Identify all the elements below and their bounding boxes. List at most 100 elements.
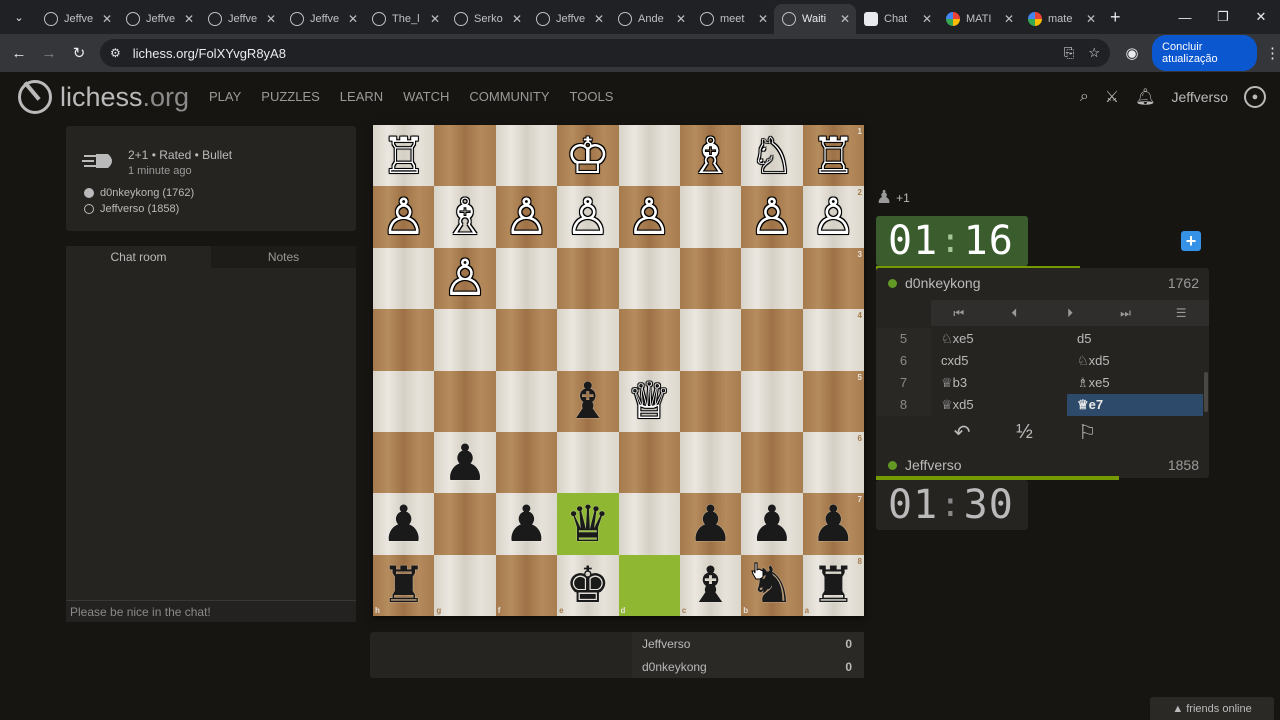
board-square[interactable] (495, 247, 558, 310)
white-king-piece[interactable]: ♔ (565, 131, 610, 181)
board-square[interactable] (557, 431, 619, 494)
board-square[interactable]: ♖ 1 (802, 125, 864, 187)
white-knight-piece[interactable]: ♘ (750, 131, 795, 181)
black-pawn-piece[interactable]: ♟ (811, 499, 856, 549)
tab-search-button[interactable]: ⌄ (6, 6, 32, 28)
close-tab-icon[interactable]: ✕ (1086, 12, 1096, 26)
board-square[interactable]: 5 (802, 370, 864, 432)
white-pawn-piece[interactable]: ♙ (381, 192, 426, 242)
black-pawn-piece[interactable]: ♟ (750, 499, 795, 549)
browser-tab[interactable]: The_l ✕ (364, 4, 446, 34)
nav-community[interactable]: COMMUNITY (469, 89, 549, 104)
challenges-icon[interactable]: ⚔ (1105, 87, 1119, 107)
board-square[interactable]: ♙ (741, 186, 803, 248)
board-square[interactable] (679, 186, 742, 248)
browser-tab[interactable]: mate ✕ (1020, 4, 1102, 34)
white-pawn-piece[interactable]: ♙ (443, 253, 488, 303)
white-move[interactable]: ♕xd5 (931, 394, 1067, 416)
move-list-scrollbar[interactable] (1204, 372, 1208, 412)
nav-learn[interactable]: LEARN (340, 89, 383, 104)
close-tab-icon[interactable]: ✕ (1004, 12, 1014, 26)
white-pawn-piece[interactable]: ♙ (565, 192, 610, 242)
user-menu[interactable]: Jeffverso (1171, 89, 1228, 105)
board-square[interactable]: ♝ c (679, 554, 742, 616)
browser-tab[interactable]: Serko ✕ (446, 4, 528, 34)
black-king-piece[interactable]: ♚ (565, 560, 610, 610)
black-pawn-piece[interactable]: ♟ (443, 438, 488, 488)
notifications-bell-icon[interactable]: 🔔︎ (1135, 87, 1155, 107)
board-square[interactable]: ♙ (618, 186, 680, 248)
white-pawn-piece[interactable]: ♙ (504, 192, 549, 242)
address-bar[interactable]: ⚙ lichess.org/FolXYvgR8yA8 ⎘ ☆ (100, 39, 1110, 67)
board-square[interactable]: ♙ 2 (802, 186, 864, 248)
close-tab-icon[interactable]: ✕ (266, 12, 276, 26)
board-square[interactable]: ♙ (557, 186, 619, 248)
white-rook-piece[interactable]: ♖ (811, 131, 856, 181)
forward-button[interactable]: → (34, 38, 64, 68)
close-tab-icon[interactable]: ✕ (922, 12, 932, 26)
browser-tab[interactable]: MATI ✕ (938, 4, 1020, 34)
board-square[interactable]: ♙ (495, 186, 558, 248)
black-move[interactable]: d5 (1067, 328, 1203, 350)
white-rook-piece[interactable]: ♖ (381, 131, 426, 181)
board-square[interactable]: ♗ (434, 186, 496, 248)
black-bishop-piece[interactable]: ♝ (565, 376, 610, 426)
board-square[interactable]: ♗ (679, 125, 742, 187)
white-queen-piece[interactable]: ♕ (627, 376, 672, 426)
black-rook-piece[interactable]: ♜ (811, 560, 856, 610)
board-square[interactable]: ♙ (434, 247, 496, 310)
bookmark-star-icon[interactable]: ☆ (1088, 45, 1100, 61)
takeback-icon[interactable]: ↶ (954, 420, 971, 445)
chat-input[interactable]: Please be nice in the chat! (66, 600, 356, 622)
board-square[interactable] (373, 309, 435, 371)
board-square[interactable]: ♟ (373, 493, 435, 555)
nav-play[interactable]: PLAY (209, 89, 241, 104)
board-square[interactable] (557, 309, 619, 371)
white-move[interactable]: cxd5 (931, 350, 1067, 372)
browser-tab[interactable]: Waiti ✕ (774, 4, 856, 34)
board-square[interactable]: ♖ (373, 125, 435, 187)
board-square[interactable]: ♘ (741, 125, 803, 187)
white-move[interactable]: ♘xe5 (931, 328, 1067, 350)
board-square[interactable] (679, 370, 742, 432)
board-square[interactable] (741, 370, 803, 432)
tab-notes[interactable]: Notes (211, 246, 356, 268)
black-pawn-piece[interactable]: ♟ (504, 499, 549, 549)
board-square[interactable] (434, 309, 496, 371)
new-tab-button[interactable]: + (1110, 7, 1121, 28)
white-pawn-piece[interactable]: ♙ (811, 192, 856, 242)
board-square[interactable] (679, 247, 742, 310)
menu-icon[interactable]: ☰ (1153, 300, 1209, 326)
board-square[interactable]: ♟ (434, 431, 496, 494)
browser-tab[interactable]: meet ✕ (692, 4, 774, 34)
board-square[interactable] (434, 125, 496, 187)
browser-tab[interactable]: Jeffve ✕ (118, 4, 200, 34)
profile-icon[interactable]: ◉ (1120, 39, 1144, 67)
board-square[interactable]: ♛ (557, 493, 619, 555)
nav-puzzles[interactable]: PUZZLES (261, 89, 320, 104)
board-square[interactable] (495, 370, 558, 432)
nav-tools[interactable]: TOOLS (570, 89, 614, 104)
board-square[interactable] (741, 431, 803, 494)
search-icon[interactable]: ⌕ (1080, 88, 1089, 106)
resign-flag-icon[interactable]: ⚐ (1078, 420, 1096, 445)
black-bishop-piece[interactable]: ♝ (688, 560, 733, 610)
board-square[interactable] (679, 309, 742, 371)
reload-button[interactable]: ↻ (64, 38, 94, 68)
white-bishop-piece[interactable]: ♗ (688, 131, 733, 181)
board-square[interactable] (495, 125, 558, 187)
close-tab-icon[interactable]: ✕ (348, 12, 358, 26)
board-square[interactable]: ♜ h (373, 554, 435, 616)
board-square[interactable]: d (618, 554, 680, 616)
board-square[interactable]: ♟ (741, 493, 803, 555)
board-square[interactable]: ♟ (679, 493, 742, 555)
white-player-entry[interactable]: d0nkeykong (1762) (84, 187, 194, 199)
user-icon[interactable]: ● (1244, 86, 1266, 108)
black-move[interactable]: ♘xd5 (1067, 350, 1203, 372)
close-window-button[interactable]: ✕ (1242, 0, 1280, 34)
board-square[interactable]: 6 (802, 431, 864, 494)
give-time-button[interactable]: + (1181, 231, 1201, 251)
board-square[interactable] (557, 247, 619, 310)
minimize-button[interactable]: — (1166, 0, 1204, 34)
browser-tab[interactable]: Jeffve ✕ (36, 4, 118, 34)
